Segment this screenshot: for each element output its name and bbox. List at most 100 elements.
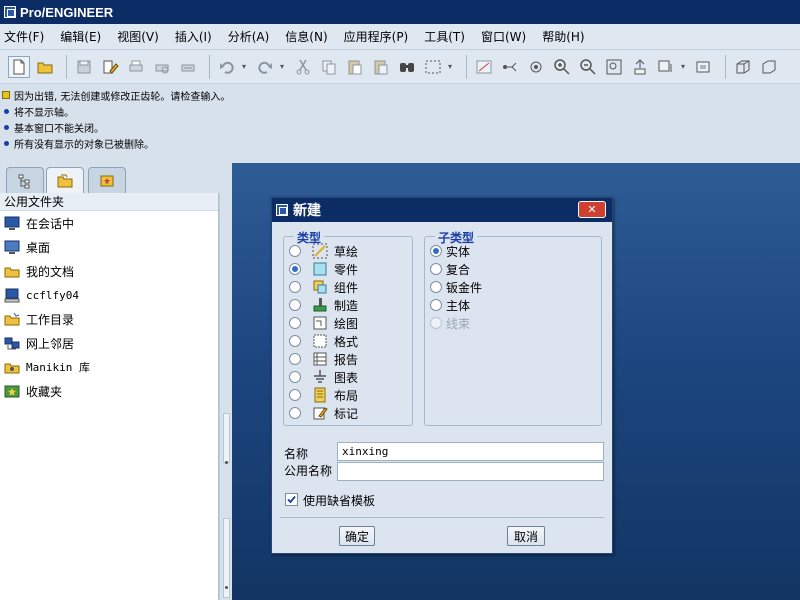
toolbar-separator xyxy=(725,54,726,79)
menu-edit[interactable]: 编辑(E) xyxy=(56,28,104,45)
cancel-button[interactable]: 取消 xyxy=(507,526,545,546)
zoom-in-icon[interactable] xyxy=(551,56,573,78)
radio-button[interactable] xyxy=(289,281,301,293)
type-option-diagram[interactable]: 图表 xyxy=(289,368,358,386)
edit-icon[interactable] xyxy=(99,56,121,78)
type-option-part[interactable]: 零件 xyxy=(289,260,358,278)
new-file-icon[interactable] xyxy=(8,55,30,78)
saved-views-dropdown-icon[interactable]: ▾ xyxy=(681,62,689,71)
type-option-sketch[interactable]: 草绘 xyxy=(289,242,358,260)
panel-splitter[interactable] xyxy=(219,193,232,600)
type-option-report[interactable]: 报告 xyxy=(289,350,358,368)
select-dropdown-icon[interactable]: ▾ xyxy=(448,62,456,71)
email-icon[interactable] xyxy=(177,56,199,78)
nav-item-in-session[interactable]: 在会话中 xyxy=(0,211,218,235)
computer-icon xyxy=(4,288,20,303)
find-icon[interactable] xyxy=(396,56,418,78)
menu-tools[interactable]: 工具(T) xyxy=(420,28,468,45)
paste-special-icon[interactable] xyxy=(370,56,392,78)
radio-button[interactable] xyxy=(289,353,301,365)
type-option-assembly[interactable]: 组件 xyxy=(289,278,358,296)
dialog-separator xyxy=(280,517,604,518)
radio-button[interactable] xyxy=(289,371,301,383)
nav-item-manikin-library[interactable]: Manikin 库 xyxy=(0,355,218,379)
subtype-option-solid[interactable]: 实体 xyxy=(430,242,470,260)
radio-button[interactable] xyxy=(289,299,301,311)
menu-applications[interactable]: 应用程序(P) xyxy=(340,28,412,45)
documents-folder-icon xyxy=(4,267,20,278)
datum-axis-icon[interactable] xyxy=(499,56,521,78)
tab-folder-browser[interactable] xyxy=(46,167,84,193)
subtype-option-sheetmetal[interactable]: 钣金件 xyxy=(430,278,482,296)
reorient-icon[interactable] xyxy=(629,56,651,78)
menu-insert[interactable]: 插入(I) xyxy=(171,28,215,45)
menu-view[interactable]: 视图(V) xyxy=(113,28,162,45)
part-icon xyxy=(313,262,327,276)
print-preview-icon[interactable] xyxy=(151,56,173,78)
regenerate-icon[interactable] xyxy=(525,56,547,78)
radio-button-selected[interactable] xyxy=(289,263,301,275)
radio-button[interactable] xyxy=(289,245,301,257)
layers-icon[interactable] xyxy=(693,56,715,78)
radio-button[interactable] xyxy=(289,317,301,329)
radio-button-selected[interactable] xyxy=(430,245,442,257)
radio-button[interactable] xyxy=(430,299,442,311)
redo-dropdown-icon[interactable]: ▾ xyxy=(280,62,288,71)
subtype-option-bulk[interactable]: 主体 xyxy=(430,296,470,314)
message-line: 因为出错, 无法创建或修改正齿轮。请检查输入。 xyxy=(2,87,800,103)
radio-button[interactable] xyxy=(289,407,301,419)
use-default-template-checkbox[interactable] xyxy=(285,493,298,506)
radio-button[interactable] xyxy=(289,335,301,347)
refit-icon[interactable] xyxy=(603,56,625,78)
save-icon[interactable] xyxy=(73,56,95,78)
nav-item-my-documents[interactable]: 我的文档 xyxy=(0,259,218,283)
type-option-format[interactable]: 格式 xyxy=(289,332,358,350)
print-icon[interactable] xyxy=(125,56,147,78)
tab-favorites[interactable] xyxy=(88,167,126,193)
wireframe-icon[interactable] xyxy=(758,56,780,78)
zoom-out-icon[interactable] xyxy=(577,56,599,78)
menu-info[interactable]: 信息(N) xyxy=(281,28,330,45)
layout-icon xyxy=(314,387,326,403)
nav-item-network[interactable]: 网上邻居 xyxy=(0,331,218,355)
common-name-input[interactable] xyxy=(337,462,604,481)
menu-file[interactable]: 文件(F) xyxy=(0,28,47,45)
nav-item-desktop[interactable]: 桌面 xyxy=(0,235,218,259)
type-option-markup[interactable]: 标记 xyxy=(289,404,358,422)
nav-item-working-directory[interactable]: 工作目录 xyxy=(0,307,218,331)
undo-dropdown-icon[interactable]: ▾ xyxy=(242,62,250,71)
name-input[interactable] xyxy=(337,442,604,461)
undo-icon[interactable] xyxy=(216,56,238,78)
nav-item-computer[interactable]: ccflfy04 xyxy=(0,283,218,307)
subtype-option-composite[interactable]: 复合 xyxy=(430,260,470,278)
type-option-manufacturing[interactable]: 制造 xyxy=(289,296,358,314)
dialog-title-bar[interactable]: 新建 ✕ xyxy=(272,198,612,222)
menu-analysis[interactable]: 分析(A) xyxy=(224,28,273,45)
splitter-handle[interactable] xyxy=(223,413,230,463)
tab-model-tree[interactable] xyxy=(6,167,44,193)
redo-icon[interactable] xyxy=(254,56,276,78)
folder-browser-icon xyxy=(57,174,73,187)
type-option-layout[interactable]: 布局 xyxy=(289,386,358,404)
drawing-icon xyxy=(313,316,327,330)
open-folder-icon[interactable] xyxy=(34,56,56,78)
nav-item-favorites[interactable]: 收藏夹 xyxy=(0,379,218,403)
sketch-plane-icon[interactable] xyxy=(473,56,495,78)
radio-button[interactable] xyxy=(430,263,442,275)
navigator-tabs xyxy=(0,163,232,193)
menu-help[interactable]: 帮助(H) xyxy=(538,28,587,45)
copy-icon[interactable] xyxy=(318,56,340,78)
display-style-icon[interactable] xyxy=(732,56,754,78)
radio-button[interactable] xyxy=(289,389,301,401)
cut-icon[interactable] xyxy=(292,56,314,78)
paste-icon[interactable] xyxy=(344,56,366,78)
working-directory-icon xyxy=(4,312,20,326)
select-box-icon[interactable] xyxy=(422,56,444,78)
type-option-drawing[interactable]: 绘图 xyxy=(289,314,358,332)
model-tree-icon xyxy=(18,174,30,188)
ok-button[interactable]: 确定 xyxy=(339,526,375,546)
radio-button[interactable] xyxy=(430,281,442,293)
close-button[interactable]: ✕ xyxy=(578,201,606,218)
saved-views-icon[interactable] xyxy=(655,56,677,78)
menu-window[interactable]: 窗口(W) xyxy=(477,28,529,45)
